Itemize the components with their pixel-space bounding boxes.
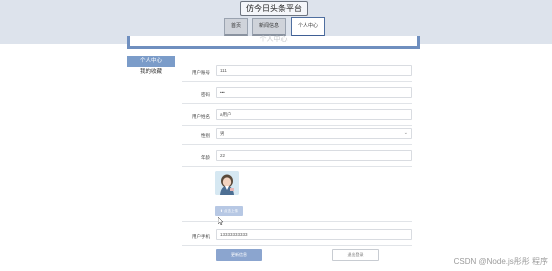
page-banner: 个人中心 xyxy=(127,36,420,49)
name-input[interactable]: a用户 xyxy=(216,109,412,120)
password-label: 密码 xyxy=(201,92,210,97)
upload-label: 点击上传 xyxy=(223,209,238,213)
age-label: 年龄 xyxy=(201,155,210,160)
account-input[interactable]: 111 xyxy=(216,65,412,76)
name-label: 用户姓名 xyxy=(192,114,210,119)
avatar-image xyxy=(215,171,239,195)
password-input[interactable]: ••• xyxy=(216,87,412,98)
sidebar: 个人中心 我的收藏 xyxy=(127,56,175,78)
gender-value: 男 xyxy=(220,131,225,136)
form-row-age: 年龄 22 xyxy=(182,146,412,167)
divider xyxy=(182,221,412,222)
update-info-button[interactable]: 更新信息 xyxy=(216,249,262,261)
mouse-cursor-icon xyxy=(218,217,224,225)
upload-icon: ⬆ xyxy=(220,209,223,213)
nav-home[interactable]: 首页 xyxy=(224,18,248,37)
sidebar-item-profile[interactable]: 个人中心 xyxy=(127,56,175,67)
nav-profile[interactable]: 个人中心 xyxy=(291,17,325,38)
gender-select[interactable]: 男 ⌄ xyxy=(216,128,412,139)
gender-label: 性别 xyxy=(201,133,210,138)
phone-input[interactable]: 13333333333 xyxy=(216,229,412,240)
form-row-phone: 用户手机 13333333333 xyxy=(182,225,412,246)
account-label: 用户账号 xyxy=(192,70,210,75)
age-input[interactable]: 22 xyxy=(216,150,412,161)
form-row-gender: 性别 男 ⌄ xyxy=(182,124,412,145)
chevron-down-icon: ⌄ xyxy=(403,130,408,136)
sidebar-item-favorites[interactable]: 我的收藏 xyxy=(127,67,175,78)
page-title: 个人中心 xyxy=(259,36,288,43)
watermark: CSDN @Node.js彤彤 程序 xyxy=(453,257,548,266)
nav-news[interactable]: 新闻信息 xyxy=(252,18,286,37)
form-row-password: 密码 ••• xyxy=(182,83,412,104)
site-title: 仿今日头条平台 xyxy=(240,1,308,16)
logout-button[interactable]: 退出登录 xyxy=(332,249,379,261)
form-row-account: 用户账号 111 xyxy=(182,61,412,82)
phone-label: 用户手机 xyxy=(192,234,210,239)
form-row-name: 用户姓名 a用户 xyxy=(182,105,412,126)
upload-button[interactable]: ⬆ 点击上传 xyxy=(215,206,243,216)
